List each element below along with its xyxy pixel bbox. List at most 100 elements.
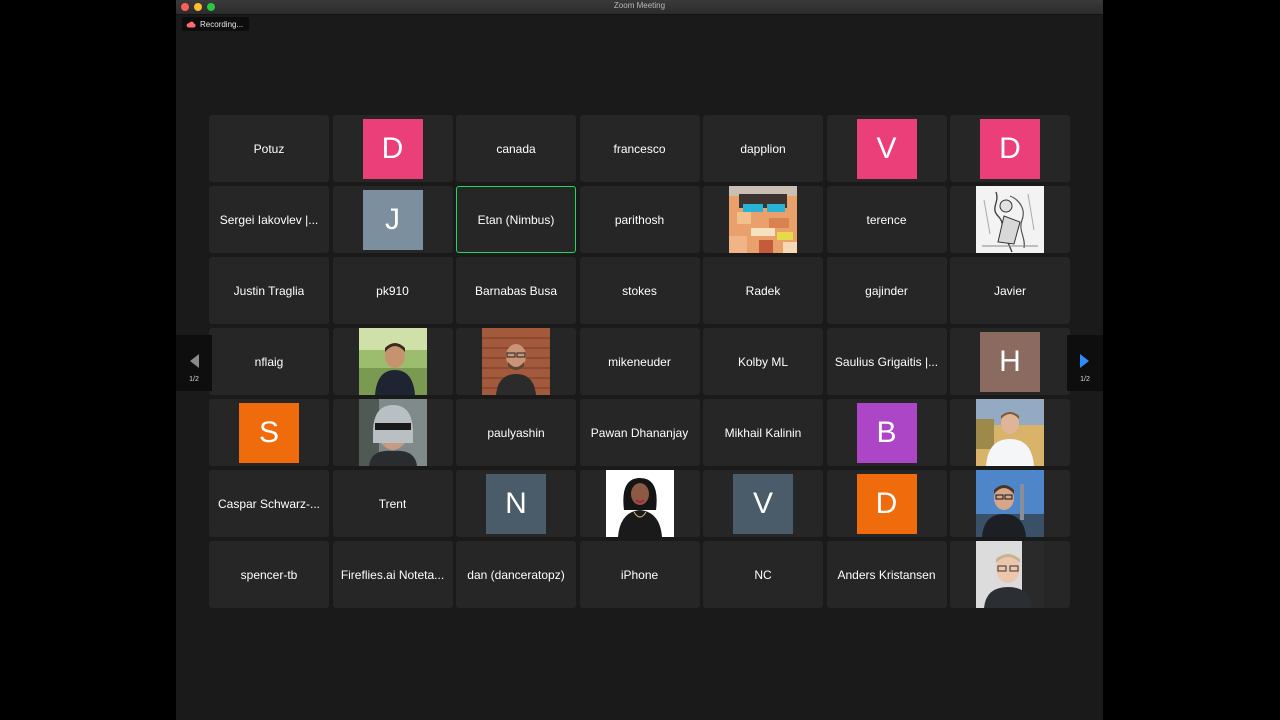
participant-name: dan (danceratopz) [467,567,565,582]
participant-name: canada [496,141,536,156]
gallery-grid: Potuz Dcanada francesco dapplion V D Sergei Ia… [209,115,1070,608]
participant-tile[interactable]: Justin Traglia [209,257,329,324]
participant-initial-avatar: D [980,118,1040,179]
man-outdoors-avatar [358,328,427,395]
participant-name: terence [866,212,907,227]
participant-tile[interactable]: Sergei Iakovlev |... [209,186,329,253]
participant-name: parithosh [614,212,665,227]
participant-name: mikeneuder [608,354,671,369]
participant-tile[interactable]: D [826,470,947,537]
participant-name: pk910 [376,283,409,298]
participant-tile[interactable]: S [209,399,329,466]
participant-name: Trent [378,496,407,511]
participant-tile[interactable]: stokes [579,257,700,324]
participant-tile[interactable]: dapplion [703,115,823,182]
participant-tile[interactable]: NC [703,541,823,608]
man-blue-sky-avatar [976,470,1044,537]
participant-name: Sergei Iakovlev |... [219,212,319,227]
next-page-button[interactable]: 1/2 [1067,335,1103,391]
participant-tile[interactable]: iPhone [579,541,700,608]
recording-indicator[interactable]: Recording... [182,17,250,31]
participant-tile[interactable] [703,186,823,253]
participant-tile[interactable]: V [703,470,823,537]
participant-tile[interactable]: Fireflies.ai Noteta... [332,541,453,608]
participant-name: francesco [613,141,666,156]
page-indicator: 1/2 [1080,376,1090,383]
participant-name: nflaig [254,354,284,369]
participant-initial-avatar: V [733,473,793,534]
cloud-recording-icon [186,21,196,27]
participant-tile[interactable]: Radek [703,257,823,324]
participant-name: iPhone [620,567,659,582]
participant-name: Pawan Dhananjay [590,425,689,440]
participant-tile[interactable]: Caspar Schwarz-... [209,470,329,537]
participant-name: dapplion [740,141,786,156]
participant-initial-avatar: B [856,402,917,463]
recording-label: Recording... [200,19,244,29]
participant-tile[interactable] [579,470,700,537]
participant-name: Fireflies.ai Noteta... [340,567,445,582]
title-bar: Zoom Meeting [176,0,1103,15]
participant-tile[interactable] [456,328,576,395]
pixel-art-avatar [729,186,797,253]
participant-name: Kolby ML [737,354,789,369]
participant-tile[interactable]: francesco [579,115,700,182]
participant-tile[interactable]: Mikhail Kalinin [703,399,823,466]
man-brick-wall-avatar [482,328,550,395]
participant-tile[interactable]: Javier [950,257,1070,324]
participant-tile[interactable]: N [456,470,576,537]
participant-tile[interactable]: Etan (Nimbus) [456,186,576,253]
participant-tile[interactable]: paulyashin [456,399,576,466]
participant-name: Barnabas Busa [474,283,558,298]
participant-tile[interactable]: mikeneuder [579,328,700,395]
participant-initial-avatar: D [856,473,917,534]
previous-page-button[interactable]: 1/2 [176,335,212,391]
participant-tile[interactable]: terence [826,186,947,253]
man-white-shirt-avatar [976,399,1044,466]
participant-name: Caspar Schwarz-... [217,496,321,511]
participant-tile[interactable]: Trent [332,470,453,537]
participant-tile[interactable]: Saulius Grigaitis |... [826,328,947,395]
participant-tile[interactable]: Pawan Dhananjay [579,399,700,466]
participant-tile[interactable] [332,399,453,466]
participant-name: paulyashin [487,425,545,440]
participant-name: gajinder [865,283,908,298]
participant-tile[interactable]: Anders Kristansen [826,541,947,608]
participant-tile[interactable] [950,186,1070,253]
participant-tile[interactable]: nflaig [209,328,329,395]
participant-name: Potuz [253,141,285,156]
participant-tile[interactable]: Kolby ML [703,328,823,395]
participant-tile[interactable] [950,541,1070,608]
participant-name: Radek [745,283,781,298]
participant-tile[interactable]: D [950,115,1070,182]
chevron-right-icon [1080,354,1089,368]
participant-tile[interactable]: parithosh [579,186,700,253]
participant-name: stokes [622,283,657,298]
participant-name: Anders Kristansen [837,567,936,582]
participant-initial-avatar: D [362,118,423,179]
participant-tile[interactable]: Barnabas Busa [456,257,576,324]
chevron-left-icon [190,354,199,368]
participant-tile[interactable]: Potuz [209,115,329,182]
participant-tile[interactable] [950,470,1070,537]
participant-initial-avatar: N [486,473,546,534]
participant-tile[interactable] [332,328,453,395]
participant-tile[interactable]: D [332,115,453,182]
participant-initial-avatar: V [856,118,917,179]
participant-tile[interactable]: H [950,328,1070,395]
window-title: Zoom Meeting [613,1,666,10]
participant-tile[interactable]: gajinder [826,257,947,324]
participant-tile[interactable]: V [826,115,947,182]
participant-initial-avatar: J [362,189,423,250]
participant-tile[interactable]: canada [456,115,576,182]
participant-tile[interactable]: J [332,186,453,253]
man-glasses-avatar [976,541,1044,608]
participant-tile[interactable]: dan (danceratopz) [456,541,576,608]
robocop-avatar [358,399,427,466]
woman-portrait-avatar [605,470,674,537]
participant-tile[interactable]: pk910 [332,257,453,324]
participant-tile[interactable]: spencer-tb [209,541,329,608]
page-indicator: 1/2 [189,376,199,383]
participant-tile[interactable]: B [826,399,947,466]
participant-tile[interactable] [950,399,1070,466]
